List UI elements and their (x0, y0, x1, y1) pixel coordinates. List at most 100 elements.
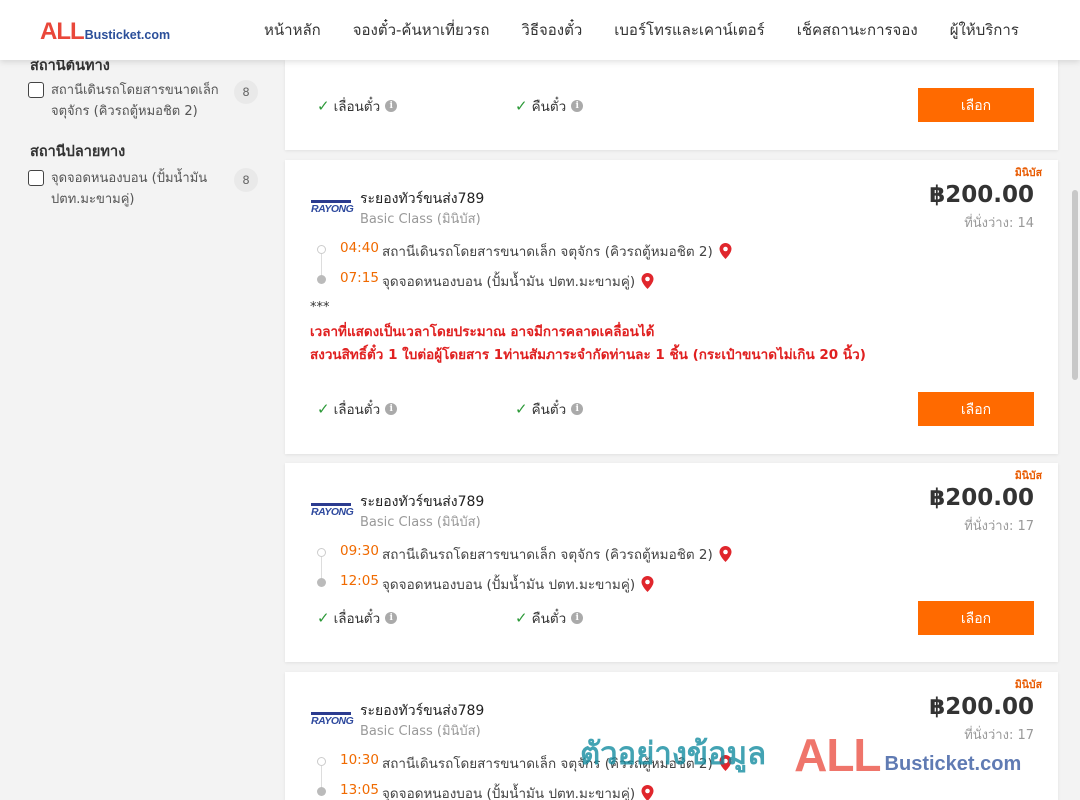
info-icon[interactable]: i (385, 403, 398, 415)
operator-name: ระยองทัวร์ขนส่ง789 (360, 494, 485, 510)
map-pin-icon[interactable] (641, 576, 654, 592)
scrollbar-thumb[interactable] (1072, 190, 1078, 380)
select-button[interactable]: เลือก (918, 392, 1034, 426)
map-pin-icon[interactable] (719, 546, 732, 562)
depart-dot (317, 757, 326, 766)
depart-station-name: สถานีเดินรถโดยสารขนาดเล็ก จตุจักร (คิวรถ… (382, 547, 713, 563)
check-icon: ✓ (317, 400, 330, 418)
reschedule-label: เลื่อนตั๋ว (333, 402, 381, 418)
depart-station-name: สถานีเดินรถโดยสารขนาดเล็ก จตุจักร (คิวรถ… (382, 756, 713, 772)
dest-checkbox[interactable] (28, 170, 44, 186)
arrive-station-name: จุดจอดหนองบอน (ปั้มน้ำมัน ปตท.มะขามคู่) (382, 274, 636, 290)
depart-station-name: สถานีเดินรถโดยสารขนาดเล็ก จตุจักร (คิวรถ… (382, 244, 713, 260)
depart-time: 04:40 (340, 240, 379, 256)
site-logo[interactable]: ALL Busticket.com (40, 18, 170, 44)
ticket-price: ฿200.00 (929, 694, 1034, 720)
operator-logo: RAYONG (311, 503, 354, 521)
page-scrollbar[interactable] (1070, 60, 1080, 800)
refund-label: คืนตั๋ว (531, 99, 567, 115)
reschedule-feature: ✓ เลื่อนตั๋ว i (317, 607, 398, 629)
trip-card: มินิบัส RAYONG ระยองทัวร์ขนส่ง789 Basic … (285, 463, 1058, 662)
depart-station: สถานีเดินรถโดยสารขนาดเล็ก จตุจักร (คิวรถ… (382, 752, 732, 774)
main-nav: หน้าหลัก จองตั๋ว-ค้นหาเที่ยวรถ วิธีจองตั… (248, 0, 1035, 60)
check-icon: ✓ (317, 97, 330, 115)
info-icon[interactable]: i (571, 100, 584, 112)
check-icon: ✓ (515, 97, 528, 115)
refund-feature: ✓ คืนตั๋ว i (515, 95, 584, 117)
trip-card: มินิบัส RAYONG ระยองทัวร์ขนส่ง789 Basic … (285, 672, 1058, 800)
select-button[interactable]: เลือก (918, 88, 1034, 122)
info-icon[interactable]: i (571, 612, 584, 624)
nav-operators[interactable]: ผู้ให้บริการ (950, 18, 1019, 42)
depart-time: 09:30 (340, 543, 379, 559)
operator-name: ระยองทัวร์ขนส่ง789 (360, 703, 485, 719)
seats-available: ที่นั่งว่าง: 17 (964, 728, 1034, 743)
arrive-station: จุดจอดหนองบอน (ปั้มน้ำมัน ปตท.มะขามคู่) (382, 270, 654, 292)
origin-filter-label: สถานีเดินรถโดยสารขนาดเล็ก จตุจักร (คิวรถ… (51, 83, 219, 119)
check-icon: ✓ (515, 609, 528, 627)
operator-logo-text: RAYONG (311, 715, 354, 727)
arrive-dot (317, 787, 326, 796)
info-icon[interactable]: i (385, 100, 398, 112)
bus-class: Basic Class (มินิบัส) (360, 724, 481, 739)
nav-book-search[interactable]: จองตั๋ว-ค้นหาเที่ยวรถ (353, 18, 490, 42)
operator-logo-text: RAYONG (311, 203, 354, 215)
bus-class: Basic Class (มินิบัส) (360, 515, 481, 530)
logo-site-text: Busticket.com (84, 28, 171, 42)
minibus-tag: มินิบัส (1014, 167, 1042, 179)
arrive-time: 07:15 (340, 270, 379, 286)
origin-checkbox[interactable] (28, 82, 44, 98)
ticket-price: ฿200.00 (929, 485, 1034, 511)
map-pin-icon[interactable] (641, 273, 654, 289)
check-icon: ✓ (317, 609, 330, 627)
depart-dot (317, 245, 326, 254)
arrive-time: 13:05 (340, 782, 379, 798)
map-pin-icon[interactable] (719, 755, 732, 771)
note-time-estimate: เวลาที่แสดงเป็นเวลาโดยประมาณ อาจมีการคลา… (310, 324, 655, 340)
depart-station: สถานีเดินรถโดยสารขนาดเล็ก จตุจักร (คิวรถ… (382, 543, 732, 565)
nav-contact-counters[interactable]: เบอร์โทรและเคาน์เตอร์ (614, 18, 764, 42)
operator-logo: RAYONG (311, 200, 354, 218)
seats-available: ที่นั่งว่าง: 14 (964, 216, 1034, 231)
nav-how-to-book[interactable]: วิธีจองตั๋ว (521, 18, 582, 42)
note-luggage-policy: สงวนสิทธิ์ตั๋ว 1 ใบต่อผู้โดยสาร 1ท่านสัม… (310, 347, 866, 363)
nav-check-status[interactable]: เช็คสถานะการจอง (797, 18, 918, 42)
operator-logo-text: RAYONG (311, 506, 354, 518)
arrive-dot (317, 275, 326, 284)
map-pin-icon[interactable] (719, 243, 732, 259)
reschedule-feature: ✓ เลื่อนตั๋ว i (317, 95, 398, 117)
dest-filter-label: จุดจอดหนองบอน (ปั้มน้ำมัน ปตท.มะขามคู่) (51, 171, 208, 207)
reschedule-feature: ✓ เลื่อนตั๋ว i (317, 398, 398, 420)
minibus-tag: มินิบัส (1014, 470, 1042, 482)
info-icon[interactable]: i (571, 403, 584, 415)
depart-station: สถานีเดินรถโดยสารขนาดเล็ก จตุจักร (คิวรถ… (382, 240, 732, 262)
dest-filter-option[interactable]: จุดจอดหนองบอน (ปั้มน้ำมัน ปตท.มะขามคู่) … (28, 168, 258, 210)
info-icon[interactable]: i (385, 612, 398, 624)
depart-time: 10:30 (340, 752, 379, 768)
reschedule-label: เลื่อนตั๋ว (333, 611, 381, 627)
refund-label: คืนตั๋ว (531, 611, 567, 627)
arrive-dot (317, 578, 326, 587)
arrive-station-name: จุดจอดหนองบอน (ปั้มน้ำมัน ปตท.มะขามคู่) (382, 786, 636, 800)
site-header: ALL Busticket.com หน้าหลัก จองตั๋ว-ค้นหา… (0, 0, 1080, 60)
arrive-time: 12:05 (340, 573, 379, 589)
seats-available: ที่นั่งว่าง: 17 (964, 519, 1034, 534)
refund-feature: ✓ คืนตั๋ว i (515, 398, 584, 420)
map-pin-icon[interactable] (641, 785, 654, 800)
nav-home[interactable]: หน้าหลัก (264, 18, 321, 42)
select-button[interactable]: เลือก (918, 601, 1034, 635)
bus-class: Basic Class (มินิบัส) (360, 212, 481, 227)
operator-logo: RAYONG (311, 712, 354, 730)
note-stars: *** (310, 300, 330, 315)
origin-filter-option[interactable]: สถานีเดินรถโดยสารขนาดเล็ก จตุจักร (คิวรถ… (28, 80, 258, 122)
refund-label: คืนตั๋ว (531, 402, 567, 418)
trip-card: มินิบัส RAYONG ระยองทัวร์ขนส่ง789 Basic … (285, 160, 1058, 454)
ticket-price: ฿200.00 (929, 182, 1034, 208)
origin-filter-count: 8 (234, 80, 258, 104)
refund-feature: ✓ คืนตั๋ว i (515, 607, 584, 629)
dest-filter-count: 8 (234, 168, 258, 192)
check-icon: ✓ (515, 400, 528, 418)
arrive-station: จุดจอดหนองบอน (ปั้มน้ำมัน ปตท.มะขามคู่) (382, 782, 654, 800)
minibus-tag: มินิบัส (1014, 679, 1042, 691)
depart-dot (317, 548, 326, 557)
